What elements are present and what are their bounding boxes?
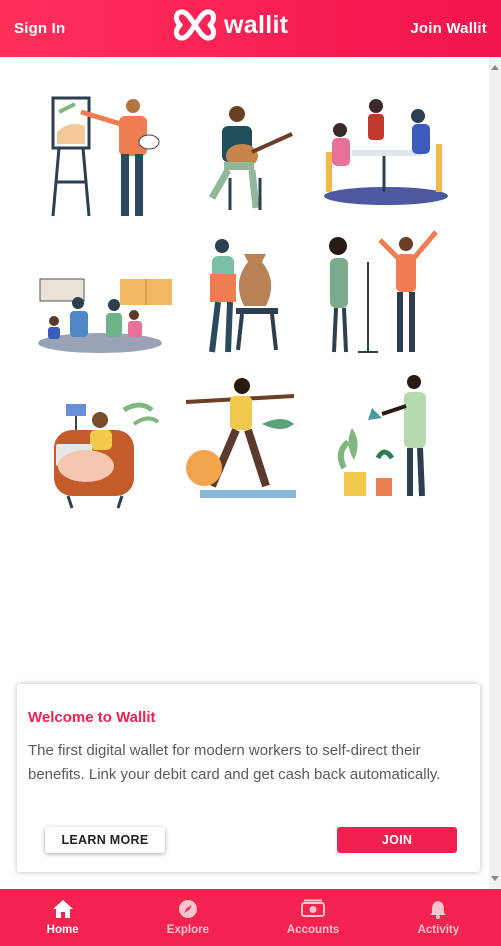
- yoga-illustration-icon: [185, 378, 296, 498]
- scroll-up-arrow-icon[interactable]: [491, 65, 499, 70]
- join-button[interactable]: JOIN: [337, 827, 457, 853]
- nav-accounts-label: Accounts: [286, 924, 340, 936]
- gardening-illustration-icon: [337, 375, 426, 497]
- sign-in-link[interactable]: Sign In: [14, 20, 65, 37]
- nav-explore-label: Explore: [166, 924, 209, 936]
- nav-activity[interactable]: Activity: [376, 889, 501, 946]
- nav-explore[interactable]: Explore: [125, 889, 250, 946]
- nav-home[interactable]: Home: [0, 889, 125, 946]
- bottom-nav: Home Explore Accounts Activity: [0, 889, 501, 946]
- learn-more-button[interactable]: LEARN MORE: [45, 827, 165, 853]
- painter-illustration-icon: [51, 96, 160, 217]
- dining-illustration-icon: [324, 99, 448, 205]
- home-icon: [52, 900, 73, 918]
- scroll-down-arrow-icon[interactable]: [491, 876, 499, 881]
- wallit-logo-icon: [173, 9, 217, 41]
- welcome-description: The first digital wallet for modern work…: [28, 742, 441, 783]
- join-wallit-link[interactable]: Join Wallit: [410, 20, 487, 37]
- brand-name: wallit: [224, 10, 289, 39]
- welcome-card: Welcome to Wallit The first digital wall…: [17, 684, 480, 872]
- nav-accounts[interactable]: Accounts: [251, 889, 376, 946]
- pottery-illustration-icon: [209, 239, 278, 353]
- guitarist-illustration-icon: [208, 106, 293, 210]
- singers-illustration-icon: [329, 230, 438, 353]
- welcome-title: Welcome to Wallit: [28, 709, 156, 726]
- nav-home-label: Home: [46, 924, 79, 936]
- nav-activity-label: Activity: [417, 924, 460, 936]
- scrollbar[interactable]: [489, 57, 501, 889]
- cooking-illustration-icon: [38, 278, 172, 353]
- compass-icon: [178, 900, 197, 918]
- reading-illustration-icon: [54, 402, 160, 509]
- wallit-logo[interactable]: wallit: [172, 9, 288, 41]
- bell-icon: [430, 901, 447, 919]
- money-icon: [301, 899, 326, 917]
